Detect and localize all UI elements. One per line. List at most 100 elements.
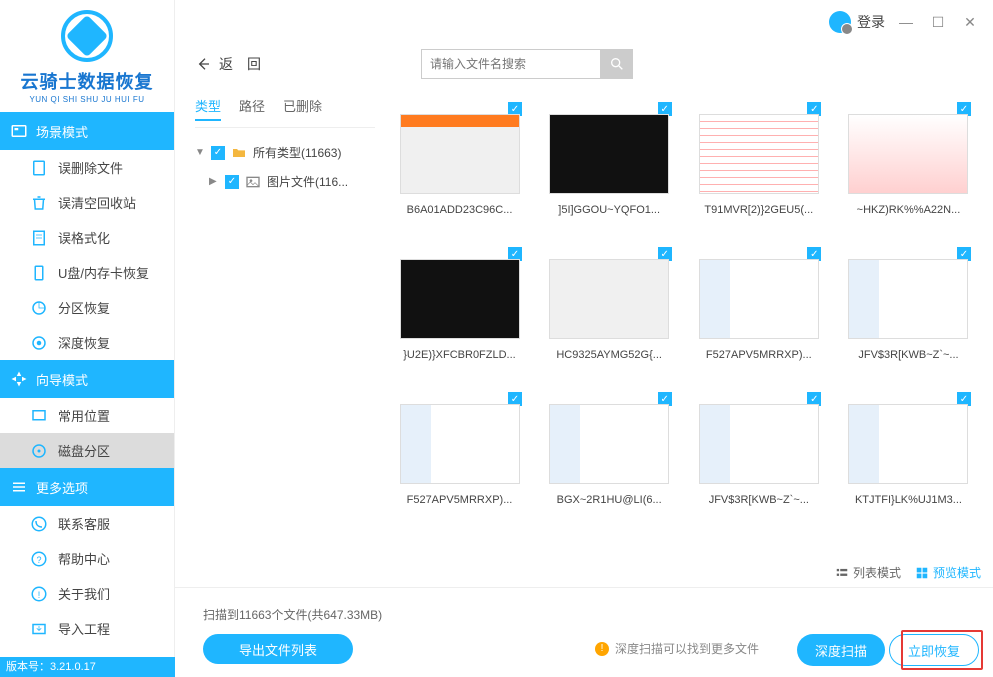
search-button[interactable] bbox=[601, 49, 633, 79]
file-thumbnail bbox=[549, 114, 669, 194]
tree-images[interactable]: ▶ ✓ 图片文件(116... bbox=[195, 167, 375, 196]
file-name: KTJTFI}LK%UJ1M3... bbox=[855, 494, 962, 506]
menu-format[interactable]: 误格式化 bbox=[0, 220, 174, 255]
titlebar: 登录 — ☐ ✕ bbox=[829, 0, 993, 44]
version-label: 版本号：3.21.0.17 bbox=[0, 657, 175, 677]
menu-recyclebin[interactable]: 误清空回收站 bbox=[0, 185, 174, 220]
file-card[interactable]: ✓T91MVR[2)}2GEU5(... bbox=[686, 96, 831, 241]
help-icon: ? bbox=[30, 550, 48, 568]
file-card[interactable]: ✓B6A01ADD23C96C... bbox=[387, 96, 532, 241]
file-card[interactable]: ✓JFV$3R[KWB~Z`~... bbox=[836, 241, 981, 386]
checkbox-checked-icon[interactable]: ✓ bbox=[225, 175, 239, 189]
avatar-icon bbox=[829, 11, 851, 33]
import-icon bbox=[30, 620, 48, 638]
file-card[interactable]: ✓BGX~2R1HU@LI(6... bbox=[537, 386, 682, 531]
tab-deleted[interactable]: 已删除 bbox=[283, 96, 322, 121]
svg-text:!: ! bbox=[38, 589, 41, 599]
menu-disk-partition[interactable]: 磁盘分区 bbox=[0, 433, 174, 468]
deep-icon bbox=[30, 334, 48, 352]
search-input[interactable] bbox=[421, 49, 601, 79]
file-grid: ✓B6A01ADD23C96C...✓]5I]GGOU~YQFO1...✓T91… bbox=[375, 96, 981, 587]
file-card[interactable]: ✓HC9325AYMG52G{... bbox=[537, 241, 682, 386]
phone-icon bbox=[30, 515, 48, 533]
scene-icon bbox=[10, 122, 28, 140]
menu-misdelete[interactable]: 误删除文件 bbox=[0, 150, 174, 185]
recover-button[interactable]: 立即恢复 bbox=[889, 634, 979, 666]
tree-all-types-label: 所有类型(11663) bbox=[253, 144, 341, 161]
deep-scan-hint: ! 深度扫描可以找到更多文件 bbox=[595, 640, 759, 657]
file-name: ]5I]GGOU~YQFO1... bbox=[558, 204, 660, 216]
file-thumbnail bbox=[848, 259, 968, 339]
maximize-button[interactable]: ☐ bbox=[927, 11, 949, 33]
file-card[interactable]: ✓F527APV5MRRXP)... bbox=[686, 241, 831, 386]
tab-type[interactable]: 类型 bbox=[195, 96, 221, 121]
list-view-button[interactable]: 列表模式 bbox=[835, 564, 901, 581]
tab-path[interactable]: 路径 bbox=[239, 96, 265, 121]
info-icon: ! bbox=[30, 585, 48, 603]
file-thumbnail bbox=[400, 404, 520, 484]
minimize-button[interactable]: — bbox=[895, 11, 917, 33]
file-card[interactable]: ✓]5I]GGOU~YQFO1... bbox=[537, 96, 682, 241]
menu-about[interactable]: !关于我们 bbox=[0, 576, 174, 611]
section-more-options: 更多选项 bbox=[0, 468, 174, 506]
file-name: F527APV5MRRXP)... bbox=[706, 349, 812, 361]
preview-view-button[interactable]: 预览模式 bbox=[915, 564, 981, 581]
menu-help[interactable]: ?帮助中心 bbox=[0, 541, 174, 576]
file-card[interactable]: ✓~HKZ)RK%%A22N... bbox=[836, 96, 981, 241]
menu-deep[interactable]: 深度恢复 bbox=[0, 325, 174, 360]
menu-import[interactable]: 导入工程 bbox=[0, 611, 174, 646]
file-card[interactable]: ✓JFV$3R[KWB~Z`~... bbox=[686, 386, 831, 531]
caret-down-icon: ▼ bbox=[195, 147, 205, 158]
topbar: 返 回 bbox=[195, 44, 973, 84]
file-thumbnail bbox=[699, 114, 819, 194]
file-card[interactable]: ✓F527APV5MRRXP)... bbox=[387, 386, 532, 531]
logo-area: 云骑士数据恢复 YUN QI SHI SHU JU HUI FU bbox=[0, 0, 174, 112]
search-icon bbox=[609, 56, 625, 72]
login-button[interactable]: 登录 bbox=[829, 11, 885, 33]
search-wrap bbox=[421, 49, 633, 79]
file-name: JFV$3R[KWB~Z`~... bbox=[858, 349, 958, 361]
section-scene-label: 场景模式 bbox=[36, 122, 88, 141]
section-guide-label: 向导模式 bbox=[36, 370, 88, 389]
app-logo-icon bbox=[61, 10, 113, 62]
menu-usb[interactable]: U盘/内存卡恢复 bbox=[0, 255, 174, 290]
tree-all-types[interactable]: ▼ ✓ 所有类型(11663) bbox=[195, 138, 375, 167]
menu-partition[interactable]: 分区恢复 bbox=[0, 290, 174, 325]
section-scene-mode: 场景模式 bbox=[0, 112, 174, 150]
scan-info: 扫描到11663个文件(共647.33MB) bbox=[203, 606, 382, 623]
file-name: F527APV5MRRXP)... bbox=[407, 494, 513, 506]
menu-icon bbox=[10, 478, 28, 496]
file-card[interactable]: ✓}U2E)}XFCBR0FZLD... bbox=[387, 241, 532, 386]
usb-icon bbox=[30, 264, 48, 282]
tree-panel: 类型 路径 已删除 ▼ ✓ 所有类型(11663) ▶ ✓ 图片文件(116..… bbox=[195, 96, 375, 587]
menu-common-loc[interactable]: 常用位置 bbox=[0, 398, 174, 433]
disk-icon bbox=[30, 442, 48, 460]
filter-tabs: 类型 路径 已删除 bbox=[195, 96, 375, 128]
checkbox-checked-icon[interactable]: ✓ bbox=[211, 146, 225, 160]
export-list-button[interactable]: 导出文件列表 bbox=[203, 634, 353, 664]
file-name: JFV$3R[KWB~Z`~... bbox=[709, 494, 809, 506]
guide-icon bbox=[10, 370, 28, 388]
file-name: BGX~2R1HU@LI(6... bbox=[557, 494, 662, 506]
file-card[interactable]: ✓KTJTFI}LK%UJ1M3... bbox=[836, 386, 981, 531]
svg-text:?: ? bbox=[36, 554, 41, 564]
close-button[interactable]: ✕ bbox=[959, 11, 981, 33]
file-name: B6A01ADD23C96C... bbox=[407, 204, 513, 216]
main-area: 登录 — ☐ ✕ 返 回 类型 路径 已删除 ▼ ✓ bbox=[175, 0, 993, 677]
back-button[interactable]: 返 回 bbox=[195, 54, 261, 74]
back-label: 返 回 bbox=[219, 54, 261, 74]
file-name: ~HKZ)RK%%A22N... bbox=[857, 204, 961, 216]
image-icon bbox=[245, 174, 261, 190]
brand-title: 云骑士数据恢复 bbox=[0, 68, 174, 94]
file-icon bbox=[30, 159, 48, 177]
brand-subtitle: YUN QI SHI SHU JU HUI FU bbox=[0, 95, 174, 104]
bottom-bar: 列表模式 预览模式 扫描到11663个文件(共647.33MB) 导出文件列表 … bbox=[175, 587, 993, 677]
deep-scan-button[interactable]: 深度扫描 bbox=[797, 634, 885, 666]
menu-contact[interactable]: 联系客服 bbox=[0, 506, 174, 541]
partition-icon bbox=[30, 299, 48, 317]
file-name: }U2E)}XFCBR0FZLD... bbox=[403, 349, 515, 361]
warning-icon: ! bbox=[595, 642, 609, 656]
file-thumbnail bbox=[848, 114, 968, 194]
list-icon bbox=[835, 566, 849, 580]
section-more-label: 更多选项 bbox=[36, 478, 88, 497]
